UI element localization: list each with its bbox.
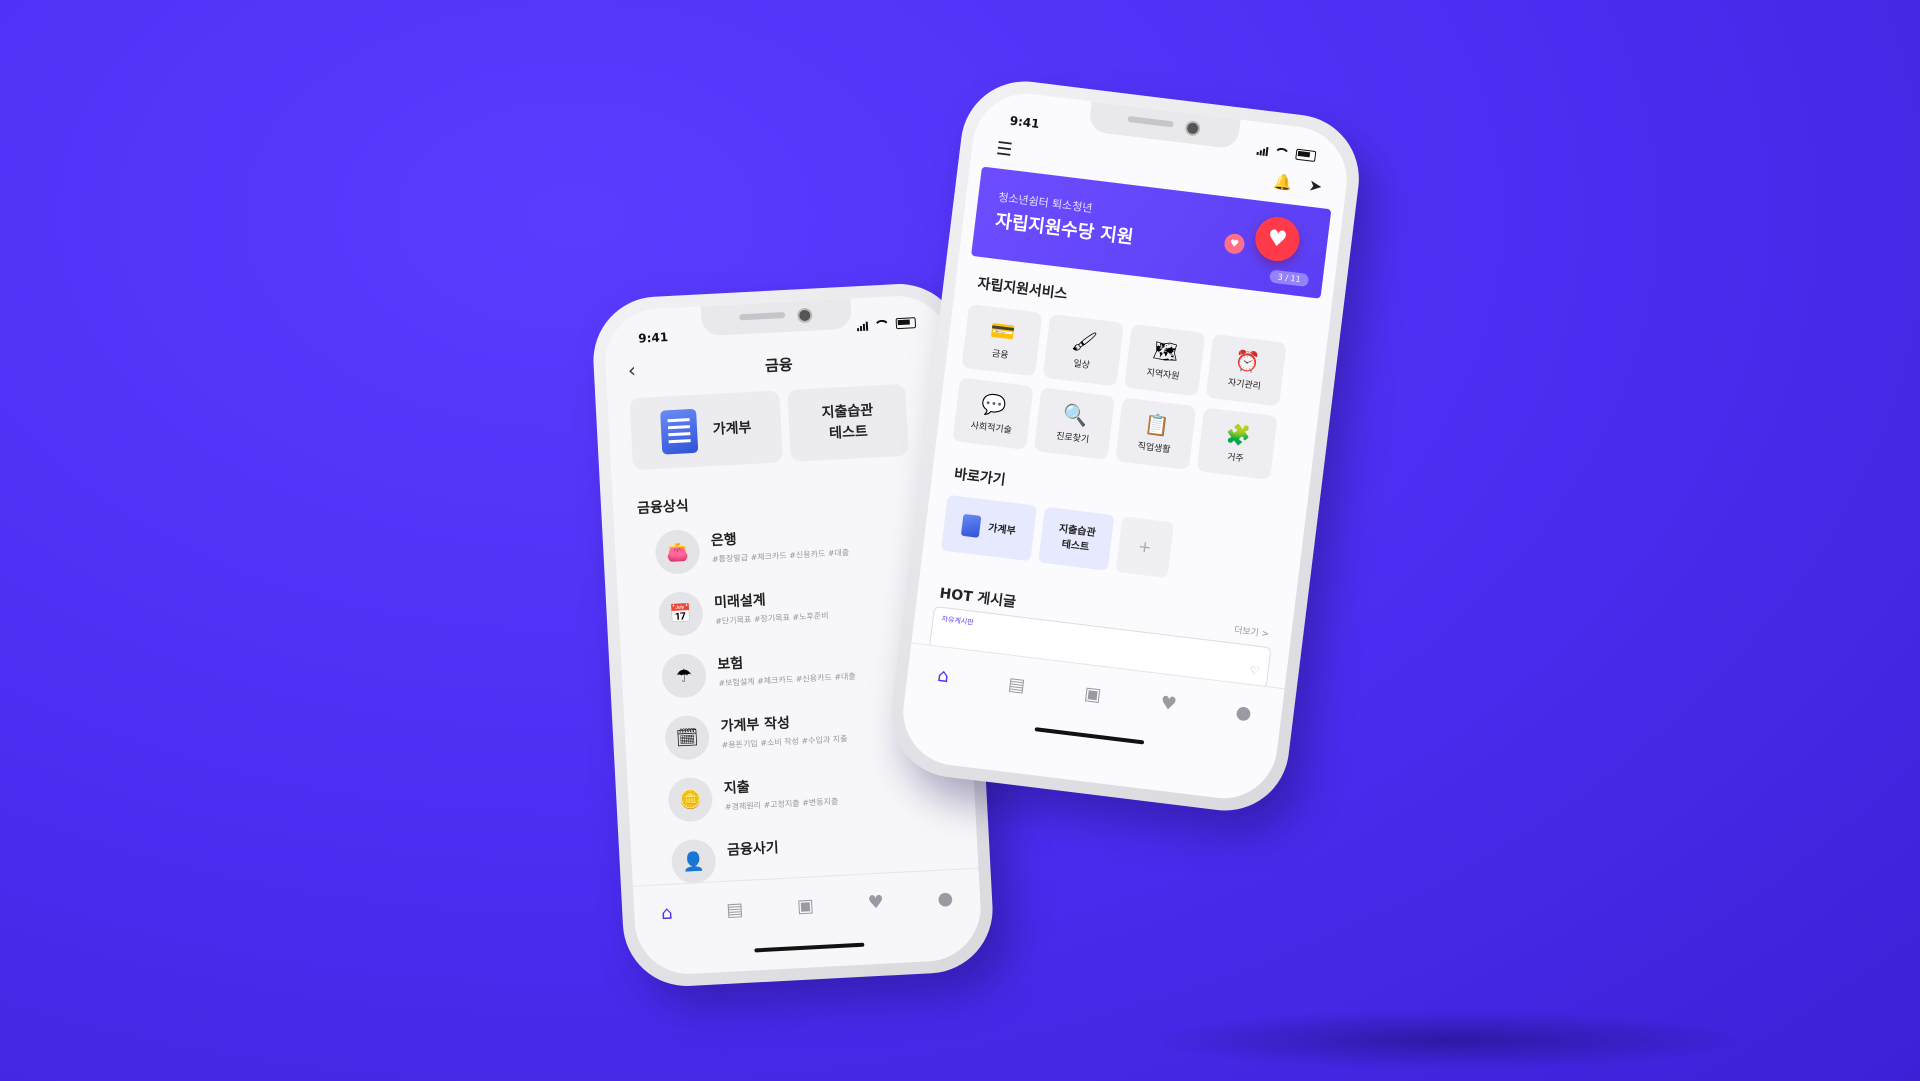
map-icon: 🗺 bbox=[1151, 337, 1180, 365]
section-title: 자립지원서비스 bbox=[976, 275, 1069, 303]
list-item[interactable]: 📅 미래설계 #단기목표 #장기목표 #노후준비 bbox=[657, 579, 920, 643]
item-title: 지출 bbox=[723, 779, 751, 797]
service-work-life[interactable]: 📋 직업생활 bbox=[1115, 397, 1197, 470]
send-icon[interactable]: ➤ bbox=[1308, 176, 1324, 196]
contacts-icon[interactable]: ▣ bbox=[796, 895, 814, 917]
calendar-pen-icon: 🗓 bbox=[664, 714, 711, 761]
coin-jar-icon: 🪙 bbox=[667, 776, 714, 823]
item-tags: #통장발급 #체크카드 #신용카드 #대출 bbox=[711, 547, 850, 565]
service-label: 지역자원 bbox=[1145, 367, 1181, 382]
spending-habit-test-tile[interactable]: 지출습관 테스트 bbox=[787, 383, 909, 462]
add-shortcut-button[interactable]: + bbox=[1115, 516, 1175, 579]
service-label: 진로찾기 bbox=[1055, 431, 1090, 446]
shortcut-label: 가계부 bbox=[987, 522, 1017, 537]
item-tags: #단기목표 #장기목표 #노후준비 bbox=[714, 611, 829, 627]
service-label: 사회적기술 bbox=[970, 420, 1013, 436]
item-title: 가계부 작성 bbox=[720, 715, 791, 735]
service-label: 일상 bbox=[1072, 358, 1091, 371]
service-label: 직업생활 bbox=[1136, 441, 1172, 456]
list-item[interactable]: 👛 은행 #통장발급 #체크카드 #신용카드 #대출 bbox=[654, 518, 916, 582]
home-icon[interactable]: ⌂ bbox=[936, 664, 950, 686]
list-item[interactable]: 🗓 가계부 작성 #용돈기입 #소비 작성 #수입과 지출 bbox=[664, 703, 926, 767]
status-time: 9:41 bbox=[1008, 113, 1041, 132]
service-social-skills[interactable]: 💬 사회적기술 bbox=[952, 377, 1034, 450]
service-career[interactable]: 🔍 진로찾기 bbox=[1033, 387, 1115, 460]
shortcut-budget-book[interactable]: 가계부 bbox=[940, 494, 1038, 562]
service-label: 금융 bbox=[991, 348, 1010, 361]
heart-icon[interactable]: ♥ bbox=[1159, 692, 1178, 715]
banner-title: 자립지원수당 지원 bbox=[994, 210, 1135, 249]
clipboard-icon: 📋 bbox=[1143, 410, 1171, 438]
clock-icon: ⏰ bbox=[1233, 347, 1262, 375]
document-icon bbox=[659, 408, 699, 455]
service-daily[interactable]: 🖌 일상 bbox=[1042, 313, 1124, 387]
signal-icon bbox=[857, 320, 869, 331]
post-board-tag: 자유게시판 bbox=[941, 614, 975, 627]
document-icon bbox=[961, 513, 982, 538]
item-tags: #경제원리 #고정지출 #변동지출 bbox=[724, 796, 839, 812]
calendar-icon: 📅 bbox=[657, 590, 704, 637]
home-indicator bbox=[754, 942, 865, 953]
heart-icon[interactable]: ♥ bbox=[867, 891, 884, 913]
service-grid: 💳 금융 🖌 일상 🗺 지역자원 ⏰ 자기관리 💬 사회적기술 🔍 진로찾기 📋 직업생활 🧩… bbox=[952, 303, 1302, 482]
wifi-icon bbox=[873, 319, 891, 330]
heart-outline-icon[interactable]: ♡ bbox=[1249, 664, 1260, 678]
search-icon: 🔍 bbox=[1061, 400, 1090, 428]
wallet-icon: 👛 bbox=[654, 528, 701, 576]
tile-label-line1: 지출습관 bbox=[821, 402, 874, 422]
item-title: 보험 bbox=[717, 655, 744, 673]
service-label: 자기관리 bbox=[1227, 377, 1262, 392]
service-self-care[interactable]: ⏰ 자기관리 bbox=[1205, 333, 1287, 407]
chat-icon: 💬 bbox=[980, 390, 1008, 418]
document-icon[interactable]: ▤ bbox=[726, 898, 744, 920]
item-tags: #보험설계 #체크카드 #신용카드 #대출 bbox=[718, 671, 856, 688]
floor-shadow bbox=[1150, 1010, 1750, 1070]
shortcut-spending-test[interactable]: 지출습관 테스트 bbox=[1038, 506, 1115, 571]
item-tags: #용돈기입 #소비 작성 #수입과 지출 bbox=[721, 734, 848, 750]
bell-icon[interactable]: 🔔 bbox=[1273, 172, 1294, 192]
service-housing[interactable]: 🧩 거주 bbox=[1196, 407, 1278, 480]
item-title: 은행 bbox=[710, 531, 738, 550]
item-title: 금융사기 bbox=[726, 840, 780, 859]
heart-icon: ♥ bbox=[1223, 232, 1246, 255]
right-phone: 9:41 ☰ 🔔 ➤ 청소년쉼터 퇴소청년 자립지원수당 지원 ♥ ♥ 3 / … bbox=[883, 74, 1367, 818]
tile-label: 가계부 bbox=[712, 419, 752, 438]
battery-icon bbox=[1295, 148, 1317, 163]
contacts-icon[interactable]: ▣ bbox=[1083, 682, 1102, 705]
section-title: 바로가기 bbox=[953, 466, 1007, 489]
wifi-icon bbox=[1273, 146, 1291, 159]
brush-icon: 🖌 bbox=[1070, 327, 1099, 355]
card-icon: 💳 bbox=[989, 317, 1017, 345]
status-time: 9:41 bbox=[637, 330, 669, 346]
home-icon[interactable]: ⌂ bbox=[661, 902, 674, 924]
user-icon[interactable]: ● bbox=[937, 887, 954, 909]
service-label: 거주 bbox=[1226, 452, 1245, 465]
puzzle-icon: 🧩 bbox=[1224, 420, 1253, 448]
service-finance[interactable]: 💳 금융 bbox=[961, 303, 1043, 377]
heart-icon: ♥ bbox=[1252, 214, 1302, 264]
service-local[interactable]: 🗺 지역자원 bbox=[1124, 323, 1206, 397]
person-alert-icon: 👤 bbox=[670, 838, 717, 885]
list-item[interactable]: ☂ 보험 #보험설계 #체크카드 #신용카드 #대출 bbox=[660, 641, 923, 705]
more-link[interactable]: 더보기 > bbox=[1233, 623, 1270, 640]
list-item[interactable]: 🪙 지출 #경제원리 #고정지출 #변동지출 bbox=[667, 765, 929, 829]
tile-label-line2: 테스트 bbox=[828, 423, 869, 442]
user-icon[interactable]: ● bbox=[1235, 701, 1253, 724]
budget-book-tile[interactable]: 가계부 bbox=[629, 390, 783, 471]
page-title: 금융 bbox=[764, 355, 794, 376]
right-phone-screen: 9:41 ☰ 🔔 ➤ 청소년쉼터 퇴소청년 자립지원수당 지원 ♥ ♥ 3 / … bbox=[897, 87, 1353, 805]
section-title: 금융상식 bbox=[636, 498, 690, 517]
umbrella-icon: ☂ bbox=[660, 652, 708, 699]
banner-pager: 3 / 11 bbox=[1268, 269, 1310, 288]
plus-icon: + bbox=[1137, 536, 1153, 557]
document-icon[interactable]: ▤ bbox=[1007, 673, 1026, 696]
menu-icon[interactable]: ☰ bbox=[995, 138, 1014, 161]
home-indicator bbox=[1034, 727, 1145, 745]
battery-icon bbox=[895, 317, 917, 330]
shortcut-label-line2: 테스트 bbox=[1061, 539, 1090, 554]
signal-icon bbox=[1256, 144, 1269, 156]
item-title: 미래설계 bbox=[713, 592, 767, 612]
